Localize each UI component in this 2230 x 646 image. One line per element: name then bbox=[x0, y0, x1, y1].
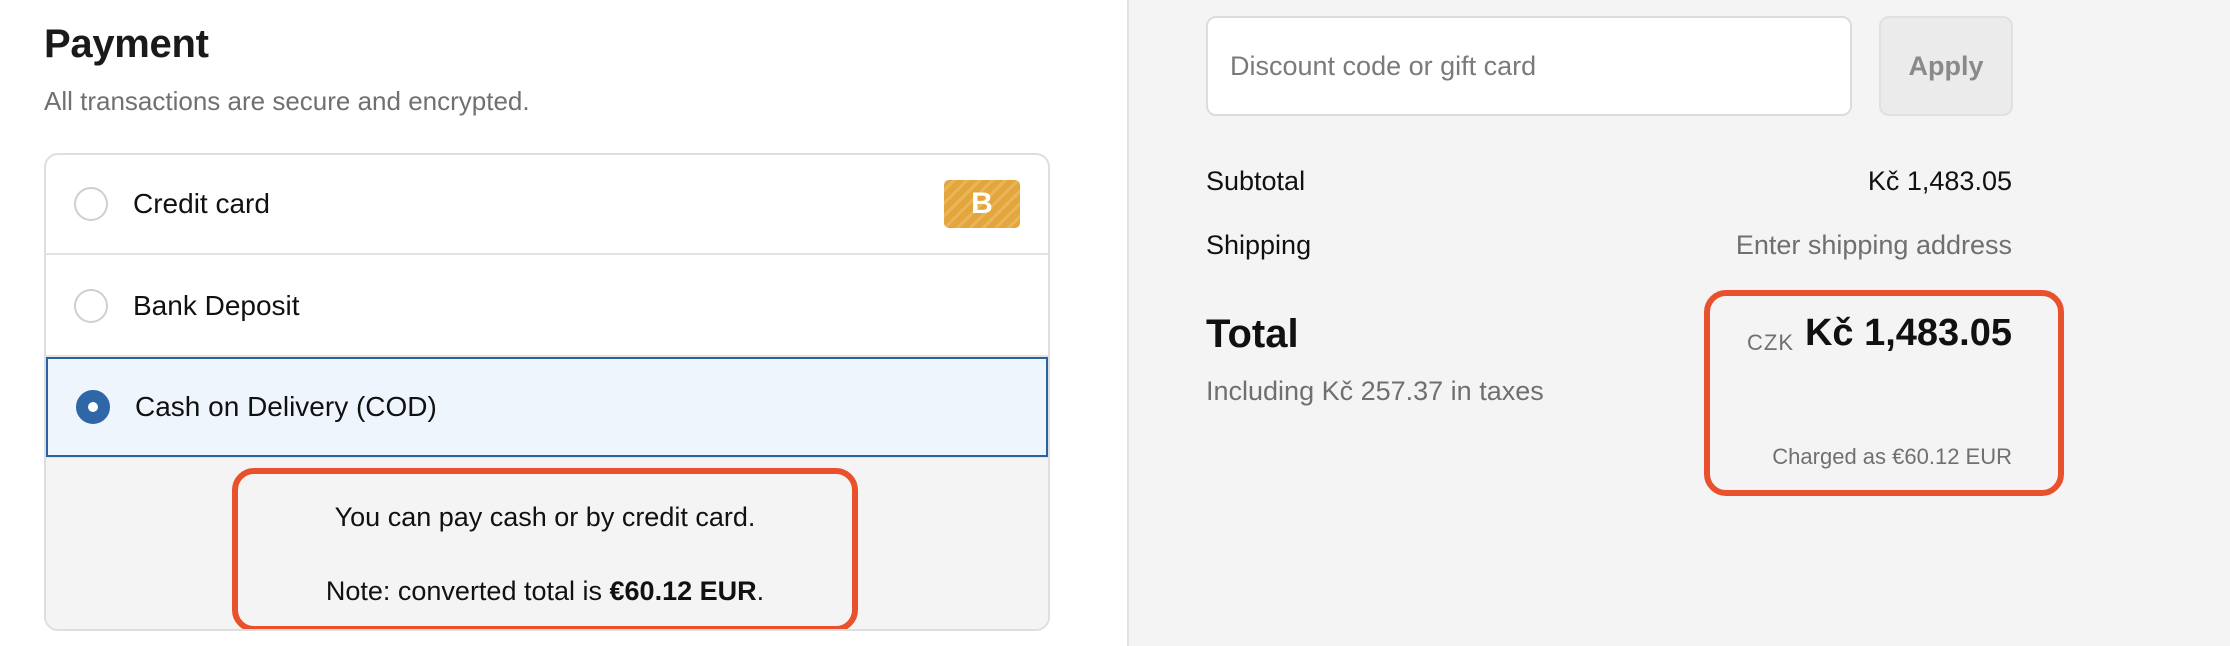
payment-title: Payment bbox=[44, 22, 209, 66]
shipping-label: Shipping bbox=[1206, 230, 1312, 260]
apply-button[interactable]: Apply bbox=[1879, 16, 2013, 116]
payment-option-label: Bank Deposit bbox=[133, 290, 300, 321]
payment-option-cod[interactable]: Cash on Delivery (COD) bbox=[46, 357, 1048, 457]
payment-option-bank-deposit[interactable]: Bank Deposit bbox=[46, 257, 1048, 357]
payment-methods-list: Credit card B Bank Deposit Cash on Deliv… bbox=[44, 153, 1050, 631]
discount-code-input[interactable] bbox=[1206, 16, 1852, 116]
cod-info-panel: You can pay cash or by credit card. Note… bbox=[46, 457, 1048, 629]
currency-code: CZK bbox=[1747, 330, 1794, 355]
cod-note-amount: €60.12 EUR bbox=[609, 576, 757, 606]
card-brand-icon: B bbox=[944, 180, 1020, 228]
cod-radio-selected[interactable] bbox=[76, 390, 110, 424]
cod-note-suffix: . bbox=[756, 576, 765, 606]
cod-note-prefix: Note: converted total is bbox=[325, 576, 610, 606]
credit-card-radio[interactable] bbox=[74, 187, 108, 221]
payment-option-credit-card[interactable]: Credit card B bbox=[46, 155, 1048, 255]
charged-as-note: Charged as €60.12 EUR bbox=[1772, 444, 2012, 469]
total-label: Total bbox=[1206, 312, 1299, 356]
order-summary: Apply Subtotal Kč 1,483.05 Shipping Ente… bbox=[1127, 0, 2230, 646]
payment-option-label: Credit card bbox=[133, 188, 270, 219]
total-amount: Kč 1,483.05 bbox=[1804, 312, 2012, 354]
payment-subtitle: All transactions are secure and encrypte… bbox=[44, 86, 530, 116]
cod-highlight-box: You can pay cash or by credit card. Note… bbox=[232, 468, 858, 629]
tax-note: Including Kč 257.37 in taxes bbox=[1206, 376, 1544, 406]
payment-option-label: Cash on Delivery (COD) bbox=[135, 391, 437, 422]
subtotal-label: Subtotal bbox=[1206, 166, 1306, 196]
cod-info-text: You can pay cash or by credit card. bbox=[334, 502, 756, 532]
subtotal-value: Kč 1,483.05 bbox=[1867, 166, 2012, 196]
cod-converted-note: Note: converted total is €60.12 EUR. bbox=[238, 576, 852, 607]
payment-section: Payment All transactions are secure and … bbox=[0, 0, 1127, 646]
bank-deposit-radio[interactable] bbox=[74, 289, 108, 323]
shipping-value: Enter shipping address bbox=[1735, 230, 2012, 260]
